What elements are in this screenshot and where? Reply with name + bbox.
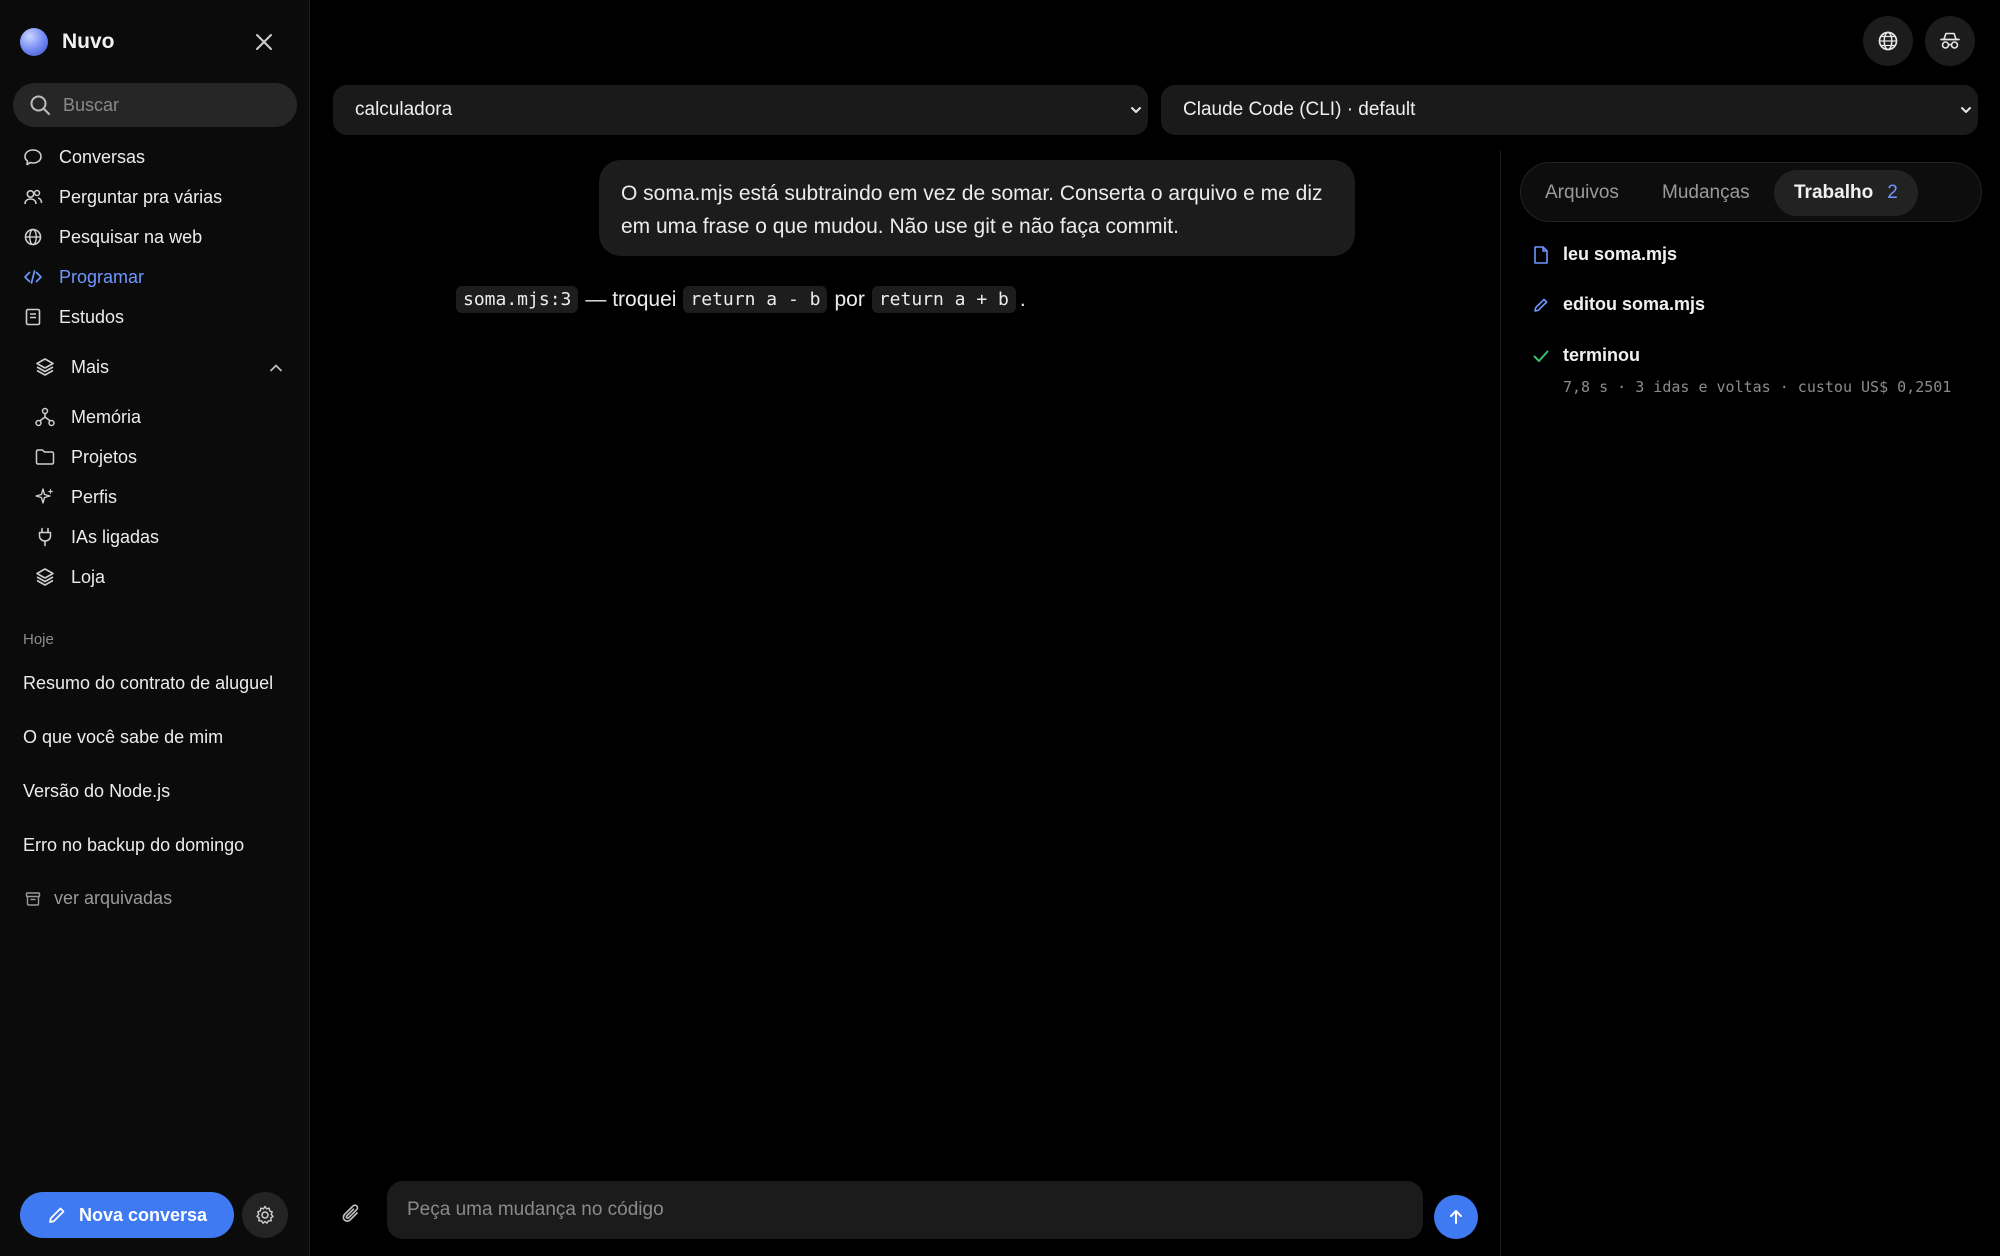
nav-item-loja[interactable]: Loja	[34, 561, 105, 593]
tab-mudancas[interactable]: Mudanças	[1662, 170, 1750, 216]
activity-label: leu soma.mjs	[1563, 244, 1678, 264]
nav-item-estudos[interactable]: Estudos	[22, 301, 124, 333]
layers-icon	[34, 356, 56, 378]
activity-item-done: terminou	[1531, 345, 1640, 366]
folder-icon	[34, 446, 56, 468]
code-new: return a + b	[871, 286, 1016, 313]
nav-item-pesquisar-web[interactable]: Pesquisar na web	[22, 221, 202, 253]
assistant-reply: soma.mjs:3 — troquei return a - b por re…	[456, 286, 1033, 313]
notebook-icon	[22, 306, 44, 328]
conversation-item[interactable]: Erro no backup do domingo	[23, 835, 283, 856]
archive-icon	[24, 890, 42, 908]
search-box[interactable]	[13, 83, 297, 127]
code-old: return a - b	[683, 286, 828, 313]
nav-item-label: IAs ligadas	[71, 526, 160, 547]
conversation-item[interactable]: Resumo do contrato de aluguel	[23, 673, 283, 694]
code-icon	[22, 266, 44, 288]
conversation-item[interactable]: O que você sabe de mim	[23, 727, 283, 748]
reply-text: por	[834, 287, 865, 311]
activity-label: editou soma.mjs	[1563, 294, 1706, 314]
attach-button[interactable]	[340, 1202, 370, 1232]
globe-icon	[22, 226, 44, 248]
nav-item-label: Estudos	[59, 306, 125, 327]
pencil-icon	[47, 1205, 67, 1225]
nav-item-label: Memória	[71, 406, 142, 427]
brand: Nuvo	[20, 22, 115, 62]
reply-text: — troquei	[585, 287, 677, 311]
nav-item-memoria[interactable]: Memória	[34, 401, 141, 433]
project-select[interactable]: calculadora	[333, 85, 1148, 135]
file-icon	[1531, 245, 1551, 265]
nav-item-label: Conversas	[59, 146, 146, 167]
search-input[interactable]	[63, 94, 273, 116]
tab-label: Trabalho	[1794, 182, 1874, 203]
settings-button[interactable]	[242, 1192, 288, 1238]
incognito-button[interactable]	[1925, 16, 1975, 66]
tab-arquivos[interactable]: Arquivos	[1545, 170, 1619, 216]
sidebar: Nuvo Conversas Perguntar pra várias Pesq…	[0, 0, 310, 1256]
new-conversation-button[interactable]: Nova conversa	[20, 1192, 234, 1238]
nav-item-conversas[interactable]: Conversas	[22, 141, 145, 173]
language-button[interactable]	[1863, 16, 1913, 66]
nav-item-perfis[interactable]: Perfis	[34, 481, 117, 513]
sparkle-icon	[34, 486, 56, 508]
message-composer[interactable]	[387, 1181, 1423, 1239]
search-icon	[30, 95, 50, 115]
nav-item-perguntar[interactable]: Perguntar pra várias	[22, 181, 222, 213]
history-section-label: Hoje	[23, 631, 54, 648]
users-icon	[22, 186, 44, 208]
layers-icon	[34, 566, 56, 588]
view-archived-link[interactable]: ver arquivadas	[24, 888, 172, 909]
pencil-icon	[1531, 295, 1551, 315]
gear-icon	[256, 1205, 274, 1224]
nav-item-label: Loja	[71, 566, 106, 587]
agent-select[interactable]: Claude Code (CLI) · default	[1161, 85, 1978, 135]
nav-item-label: Pesquisar na web	[59, 226, 203, 247]
paperclip-icon	[342, 1204, 359, 1222]
close-icon	[256, 34, 272, 50]
arrow-up-icon	[1450, 1210, 1462, 1224]
conversation-item[interactable]: Versão do Node.js	[23, 781, 283, 802]
view-archived-label: ver arquivadas	[54, 888, 173, 908]
app-name: Nuvo	[62, 30, 115, 53]
nav-item-mais[interactable]: Mais	[34, 351, 109, 383]
message-input[interactable]	[407, 1199, 1387, 1221]
project-select-value: calculadora	[355, 99, 453, 120]
chevron-up-icon[interactable]	[264, 356, 288, 380]
globe-icon	[1878, 31, 1898, 51]
activity-meta: 7,8 s · 3 idas e voltas · custou US$ 0,2…	[1563, 378, 1952, 396]
nav-item-label: Programar	[59, 266, 145, 287]
chevron-down-icon	[1956, 100, 1976, 120]
send-button[interactable]	[1434, 1195, 1478, 1239]
reply-text: .	[1019, 287, 1026, 311]
nav-item-label: Perfis	[71, 486, 118, 507]
activity-item-read: leu soma.mjs	[1531, 244, 1677, 265]
chat-bubble-icon	[22, 146, 44, 168]
app-logo	[20, 28, 48, 56]
nav-item-label: Projetos	[71, 446, 138, 467]
nav-item-projetos[interactable]: Projetos	[34, 441, 137, 473]
nav-item-programar[interactable]: Programar	[22, 261, 144, 293]
work-panel: Arquivos Mudanças Trabalho 2 leu soma.mj…	[1500, 150, 2000, 1256]
nav-item-label: Perguntar pra várias	[59, 186, 223, 207]
chevron-down-icon	[1126, 100, 1146, 120]
user-message-bubble: O soma.mjs está subtraindo em vez de som…	[599, 160, 1355, 256]
plug-icon	[34, 526, 56, 548]
panel-tabs: Arquivos Mudanças Trabalho 2	[1520, 162, 1982, 222]
check-icon	[1531, 346, 1551, 366]
incognito-icon	[1940, 32, 1960, 49]
close-sidebar-button[interactable]	[248, 26, 280, 58]
agent-select-value: Claude Code (CLI) · default	[1183, 99, 1416, 120]
activity-item-edit: editou soma.mjs	[1531, 294, 1705, 315]
code-file-reference: soma.mjs:3	[456, 286, 579, 313]
network-icon	[34, 406, 56, 428]
new-conversation-label: Nova conversa	[78, 1204, 208, 1225]
nav-item-ias-ligadas[interactable]: IAs ligadas	[34, 521, 159, 553]
nav-item-label: Mais	[71, 356, 110, 377]
activity-label: terminou	[1563, 345, 1641, 365]
tab-count-badge: 2	[1887, 182, 1898, 203]
tab-trabalho[interactable]: Trabalho 2	[1774, 170, 1918, 216]
